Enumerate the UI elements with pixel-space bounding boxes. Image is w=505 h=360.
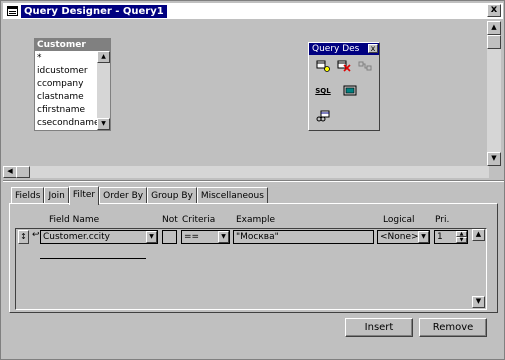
window-title: Query Designer - Query1 bbox=[21, 4, 167, 18]
table-field-item[interactable]: cfirstname bbox=[37, 104, 97, 117]
scroll-down-button[interactable]: ▼ bbox=[487, 152, 501, 166]
grid-scroll-down-button[interactable]: ▼ bbox=[472, 296, 485, 308]
customer-table-window[interactable]: Customer * idcustomer ccompany clastname… bbox=[34, 38, 111, 131]
query-options-icon[interactable] bbox=[315, 110, 331, 124]
scroll-left-button[interactable]: ◀ bbox=[3, 166, 17, 178]
table-field-list[interactable]: * idcustomer ccompany clastname cfirstna… bbox=[37, 52, 97, 130]
scroll-up-button[interactable]: ▲ bbox=[487, 21, 501, 35]
insert-button-label: Insert bbox=[364, 322, 394, 333]
field-name-select[interactable]: Customer.ccity bbox=[40, 230, 158, 244]
output-icon[interactable] bbox=[342, 85, 358, 99]
table-field-item[interactable]: idcustomer bbox=[37, 65, 97, 78]
field-name-header: Field Name bbox=[49, 215, 100, 225]
table-field-item[interactable]: * bbox=[37, 52, 97, 65]
field-scroll-down-button[interactable]: ▼ bbox=[97, 118, 110, 130]
priority-value: 1 bbox=[437, 232, 443, 242]
insert-button[interactable]: Insert bbox=[345, 318, 413, 337]
toolbox-title[interactable]: Query Des x bbox=[309, 43, 379, 55]
tab-order-by[interactable]: Order By bbox=[99, 187, 148, 204]
logical-value: <None> bbox=[380, 232, 419, 242]
not-header: Not bbox=[162, 215, 178, 225]
example-header: Example bbox=[236, 215, 276, 225]
priority-down-button[interactable]: ▼ bbox=[456, 237, 467, 243]
horizontal-scrollbar[interactable]: ◀ bbox=[3, 166, 489, 178]
not-checkbox[interactable] bbox=[162, 230, 177, 244]
sql-icon[interactable]: SQL bbox=[315, 85, 331, 99]
logical-dropdown-button[interactable]: ▼ bbox=[418, 231, 429, 243]
table-field-item[interactable]: clastname bbox=[37, 91, 97, 104]
remove-button-label: Remove bbox=[432, 322, 474, 333]
logical-header: Logical bbox=[383, 215, 415, 225]
row-mover-icon[interactable]: ↕ bbox=[18, 230, 29, 244]
toolbox-close-button[interactable]: x bbox=[368, 44, 378, 53]
query-designer-toolbox: Query Des x SQL bbox=[308, 42, 380, 131]
tab-miscellaneous[interactable]: Miscellaneous bbox=[196, 187, 268, 204]
vertical-scroll-thumb[interactable] bbox=[487, 35, 501, 49]
criteria-header: Criteria bbox=[182, 215, 216, 225]
table-window-title[interactable]: Customer bbox=[35, 39, 110, 51]
join-icon[interactable] bbox=[357, 60, 373, 74]
field-name-value: Customer.ccity bbox=[43, 232, 111, 242]
field-name-list-edge bbox=[40, 245, 146, 259]
close-button[interactable]: x bbox=[487, 4, 501, 17]
example-input[interactable]: "Москва" bbox=[233, 230, 374, 244]
remove-table-icon[interactable] bbox=[336, 60, 352, 74]
tab-join[interactable]: Join bbox=[44, 187, 69, 204]
remove-button[interactable]: Remove bbox=[419, 318, 487, 337]
table-field-item[interactable]: csecondname bbox=[37, 117, 97, 130]
priority-header: Pri. bbox=[435, 215, 450, 225]
tab-group-by[interactable]: Group By bbox=[147, 187, 197, 204]
row-indicator-icon: ↩ bbox=[32, 230, 40, 240]
tab-strip: Fields Join Filter Order By Group By Mis… bbox=[11, 186, 268, 205]
example-value: "Москва" bbox=[236, 232, 279, 242]
toolbox-title-text: Query Des bbox=[312, 44, 360, 54]
tab-filter[interactable]: Filter bbox=[68, 186, 100, 205]
field-scroll-up-button[interactable]: ▲ bbox=[97, 51, 110, 63]
tab-fields[interactable]: Fields bbox=[11, 187, 45, 204]
vertical-scrollbar[interactable]: ▲ ▼ bbox=[487, 21, 501, 166]
pane-divider[interactable] bbox=[3, 180, 504, 182]
field-name-dropdown-button[interactable]: ▼ bbox=[146, 231, 157, 243]
title-bar[interactable]: Query Designer - Query1 x bbox=[3, 3, 503, 19]
grid-scroll-up-button[interactable]: ▲ bbox=[472, 229, 485, 241]
query-designer-window: Query Designer - Query1 x ▲ ▼ ◀ Customer… bbox=[0, 0, 505, 360]
add-table-icon[interactable] bbox=[315, 60, 331, 74]
table-field-scrollbar[interactable]: ▲ ▼ bbox=[97, 51, 110, 130]
query-designer-icon bbox=[7, 6, 18, 16]
criteria-value: == bbox=[184, 232, 200, 242]
criteria-dropdown-button[interactable]: ▼ bbox=[218, 231, 229, 243]
table-field-item[interactable]: ccompany bbox=[37, 78, 97, 91]
horizontal-scroll-thumb[interactable] bbox=[16, 166, 30, 178]
